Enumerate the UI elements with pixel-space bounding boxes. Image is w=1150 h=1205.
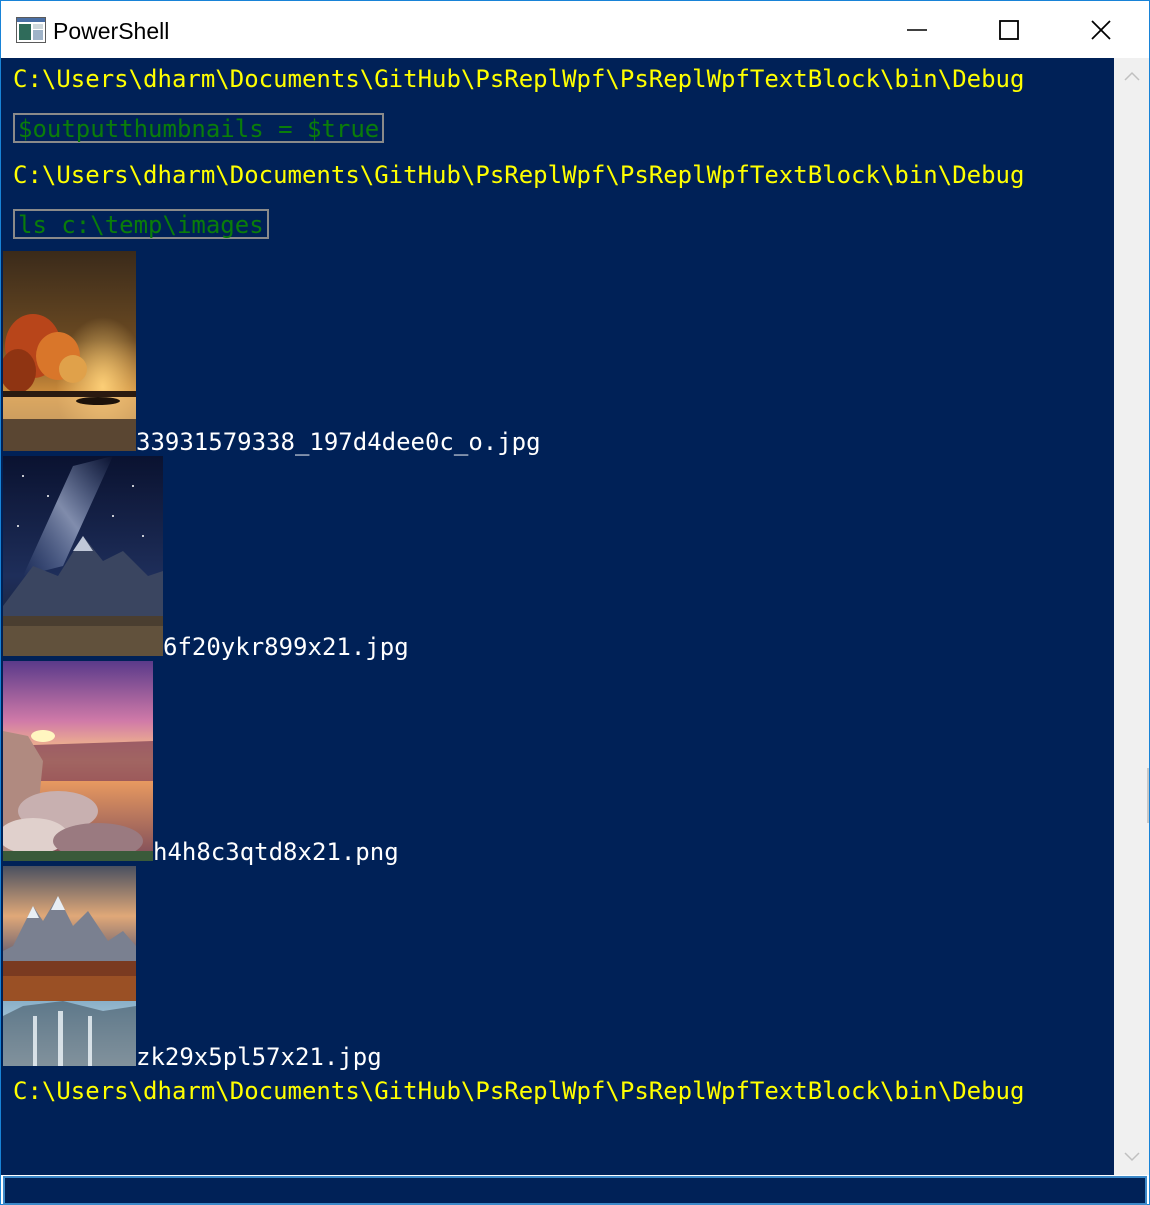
mountain-waterfall-thumbnail	[3, 866, 136, 1066]
chevron-down-icon	[1123, 1152, 1140, 1162]
file-list-item[interactable]: 6f20ykr899x21.jpg	[3, 456, 603, 661]
minimize-icon	[907, 28, 927, 31]
scroll-up-button[interactable]	[1114, 58, 1149, 94]
window-title: PowerShell	[53, 18, 170, 44]
file-name: h4h8c3qtd8x21.png	[153, 838, 399, 866]
command-entry[interactable]: $outputthumbnails = $true	[13, 113, 385, 143]
command-text: ls c:\temp\images	[18, 211, 264, 239]
close-icon	[1091, 19, 1111, 40]
powershell-app-icon	[16, 17, 46, 43]
title-bar[interactable]: PowerShell	[1, 1, 1149, 58]
file-list-item[interactable]: 33931579338_197d4dee0c_o.jpg	[3, 251, 603, 456]
command-input[interactable]	[3, 1176, 1147, 1205]
file-list-item[interactable]: h4h8c3qtd8x21.png	[3, 661, 603, 866]
prompt-path: C:\Users\dharm\Documents\GitHub\PsReplWp…	[13, 65, 1025, 93]
vertical-scrollbar[interactable]	[1114, 58, 1149, 1175]
minimize-button[interactable]	[871, 1, 963, 58]
command-text: $outputthumbnails = $true	[18, 115, 380, 143]
file-name: 33931579338_197d4dee0c_o.jpg	[136, 428, 541, 456]
file-name: 6f20ykr899x21.jpg	[163, 633, 409, 661]
file-list-item[interactable]: zk29x5pl57x21.jpg	[3, 866, 603, 1071]
prompt-path: C:\Users\dharm\Documents\GitHub\PsReplWp…	[13, 161, 1025, 189]
close-button[interactable]	[1055, 1, 1147, 58]
autumn-lake-sunrise-thumbnail	[3, 251, 136, 451]
canyon-sunset-thumbnail	[3, 661, 153, 861]
scrollbar-thumb[interactable]	[1147, 768, 1149, 823]
console-output[interactable]: C:\Users\dharm\Documents\GitHub\PsReplWp…	[1, 58, 1114, 1175]
chevron-up-icon	[1123, 71, 1140, 81]
maximize-button[interactable]	[963, 1, 1055, 58]
milky-way-mountains-thumbnail	[3, 456, 163, 656]
scroll-down-button[interactable]	[1114, 1139, 1149, 1175]
command-entry[interactable]: ls c:\temp\images	[13, 209, 269, 239]
file-name: zk29x5pl57x21.jpg	[136, 1043, 382, 1071]
powershell-window: PowerShell C:\Users\dharm\Documents\GitH…	[0, 0, 1150, 1205]
maximize-icon	[999, 19, 1019, 40]
prompt-path: C:\Users\dharm\Documents\GitHub\PsReplWp…	[13, 1077, 1025, 1105]
